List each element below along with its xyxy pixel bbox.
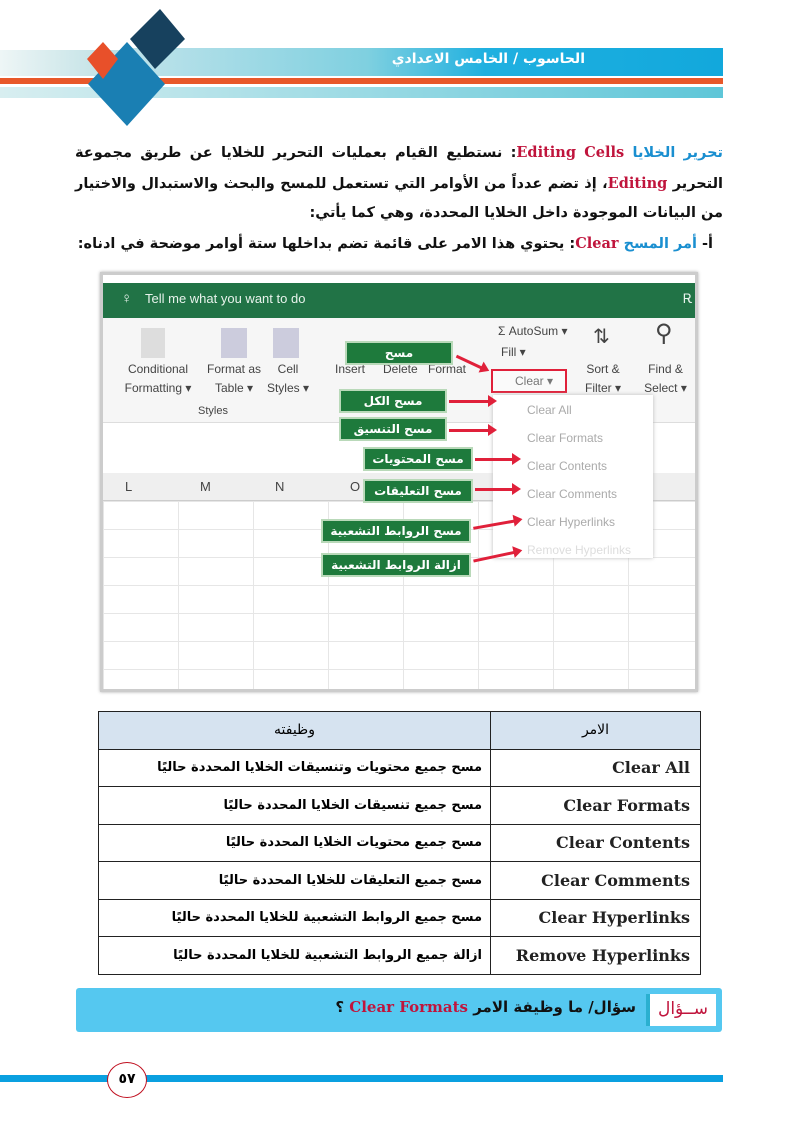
table-header-row: الامر وظيفته <box>98 711 701 750</box>
label-clear-all: مسح الكل <box>339 389 447 413</box>
menu-clear-contents[interactable]: Clear Contents <box>527 459 607 473</box>
menu-clear-all[interactable]: Clear All <box>527 403 572 417</box>
item-prefix: أ- <box>696 235 713 252</box>
table-row: Clear All مسح جميع محتويات وتنسيقات الخلا… <box>98 748 701 787</box>
menu-clear-formats[interactable]: Clear Formats <box>527 431 603 445</box>
table-row: Clear Comments مسح جميع التعليقات للخلايا… <box>98 861 701 900</box>
command-cell: Clear Contents <box>490 823 701 862</box>
label-clear-hyperlinks: مسح الروابط التشعبية <box>321 519 471 543</box>
conditional-formatting-button[interactable]: Conditional Formatting ▾ <box>113 360 203 398</box>
table-row: Clear Formats مسح جميع تنسيقات الخلايا ال… <box>98 786 701 825</box>
question-command: Clear Formats <box>349 998 468 1016</box>
sort-filter-button[interactable]: Sort & Filter ▾ <box>573 360 633 398</box>
clear-button[interactable]: Clear ▾ <box>491 369 567 393</box>
column-header[interactable]: M <box>200 479 211 494</box>
column-header[interactable]: O <box>350 479 360 494</box>
arrow-icon <box>449 424 497 436</box>
find-icon: ⚲ <box>655 320 673 347</box>
find-select-button[interactable]: Find & Select ▾ <box>633 360 695 398</box>
sort-icon: ⇅ <box>593 326 610 348</box>
editing-term: Editing <box>607 174 668 192</box>
clear-dropdown-menu: Clear All Clear Formats Clear Contents C… <box>493 395 653 558</box>
question-box: ســؤال سؤال/ ما وظيفة الامر Clear Format… <box>76 988 722 1032</box>
arrow-icon <box>475 453 521 465</box>
tell-me-text: Tell me what you want to do <box>145 291 306 306</box>
label-clear: مسح <box>345 341 453 365</box>
table-row: Clear Contents مسح جميع محتويات الخلايا ا… <box>98 823 701 862</box>
header-function: وظيفته <box>98 711 491 750</box>
command-cell: Clear Hyperlinks <box>490 898 701 937</box>
autosum-button[interactable]: Σ AutoSum ▾ <box>498 322 567 341</box>
logo-diamonds-icon <box>87 9 185 126</box>
question-tag: ســؤال <box>646 994 716 1026</box>
styles-group-label: Styles <box>198 405 228 417</box>
arrow-icon <box>449 395 497 407</box>
header-command: الامر <box>490 711 701 750</box>
function-cell: ازالة جميع الروابط التشعبية للخلايا المح… <box>98 936 491 975</box>
tell-me-bar: ♀ Tell me what you want to do Ꭱ <box>103 283 695 318</box>
clear-commands-table: الامر وظيفته Clear All مسح جميع محتويات و… <box>98 711 701 975</box>
menu-clear-comments[interactable]: Clear Comments <box>527 487 617 501</box>
question-mark: ؟ <box>335 998 350 1016</box>
user-icon: Ꭱ <box>683 291 693 306</box>
command-cell: Clear Formats <box>490 786 701 825</box>
function-cell: مسح جميع التعليقات للخلايا المحددة حاليً… <box>98 861 491 900</box>
function-cell: مسح جميع الروابط التشعبية للخلايا المحدد… <box>98 898 491 937</box>
section-heading-en: Editing Cells <box>516 144 625 161</box>
page-number: ٥٧ <box>107 1062 147 1098</box>
command-cell: Remove Hyperlinks <box>490 936 701 975</box>
question-text: سؤال/ ما وظيفة الامر Clear Formats ؟ <box>335 998 636 1016</box>
format-as-table-button[interactable]: Format as Table ▾ <box>199 360 269 398</box>
item-heading-ar: أمر المسح <box>623 235 697 252</box>
excel-screenshot: ♀ Tell me what you want to do Ꭱ Conditiona… <box>100 272 698 692</box>
menu-clear-hyperlinks[interactable]: Clear Hyperlinks <box>527 515 615 529</box>
label-clear-formats: مسح التنسيق <box>339 417 447 441</box>
clear-item: أ- أمر المسح Clear: يحتوي هذا الامر على … <box>75 229 723 260</box>
column-header[interactable]: L <box>125 479 132 494</box>
intro-paragraph: تحرير الخلايا Editing Cells: نستطيع القي… <box>75 138 723 259</box>
section-heading-ar: تحرير الخلايا <box>632 145 723 161</box>
menu-remove-hyperlinks[interactable]: Remove Hyperlinks <box>527 543 631 557</box>
cell-styles-button[interactable]: Cell Styles ▾ <box>263 360 313 398</box>
lightbulb-icon: ♀ <box>121 290 133 307</box>
format-as-table-icon <box>221 328 247 358</box>
table-row: Remove Hyperlinks ازالة جميع الروابط التش… <box>98 936 701 975</box>
arrow-icon <box>475 483 521 495</box>
function-cell: مسح جميع تنسيقات الخلايا المحددة حاليًا <box>98 786 491 825</box>
table-row: Clear Hyperlinks مسح جميع الروابط التشعبي… <box>98 898 701 937</box>
item-heading-en: Clear <box>575 234 619 252</box>
command-cell: Clear Comments <box>490 861 701 900</box>
conditional-formatting-icon <box>141 328 165 358</box>
function-cell: مسح جميع محتويات وتنسيقات الخلايا المحدد… <box>98 748 491 787</box>
item-text: : يحتوي هذا الامر على قائمة تضم بداخلها … <box>77 235 576 252</box>
command-cell: Clear All <box>490 748 701 787</box>
label-clear-contents: مسح المحتويات <box>363 447 473 471</box>
function-cell: مسح جميع محتويات الخلايا المحددة حاليًا <box>98 823 491 862</box>
cell-styles-icon <box>273 328 299 358</box>
fill-button[interactable]: Fill ▾ <box>501 343 526 362</box>
column-header[interactable]: N <box>275 479 284 494</box>
label-clear-comments: مسح التعليقات <box>363 479 473 503</box>
label-remove-hyperlinks: ازالة الروابط التشعبية <box>321 553 471 577</box>
header-title: الحاسوب / الخامس الاعدادي <box>391 51 585 67</box>
question-prompt: سؤال/ ما وظيفة الامر <box>468 998 636 1016</box>
